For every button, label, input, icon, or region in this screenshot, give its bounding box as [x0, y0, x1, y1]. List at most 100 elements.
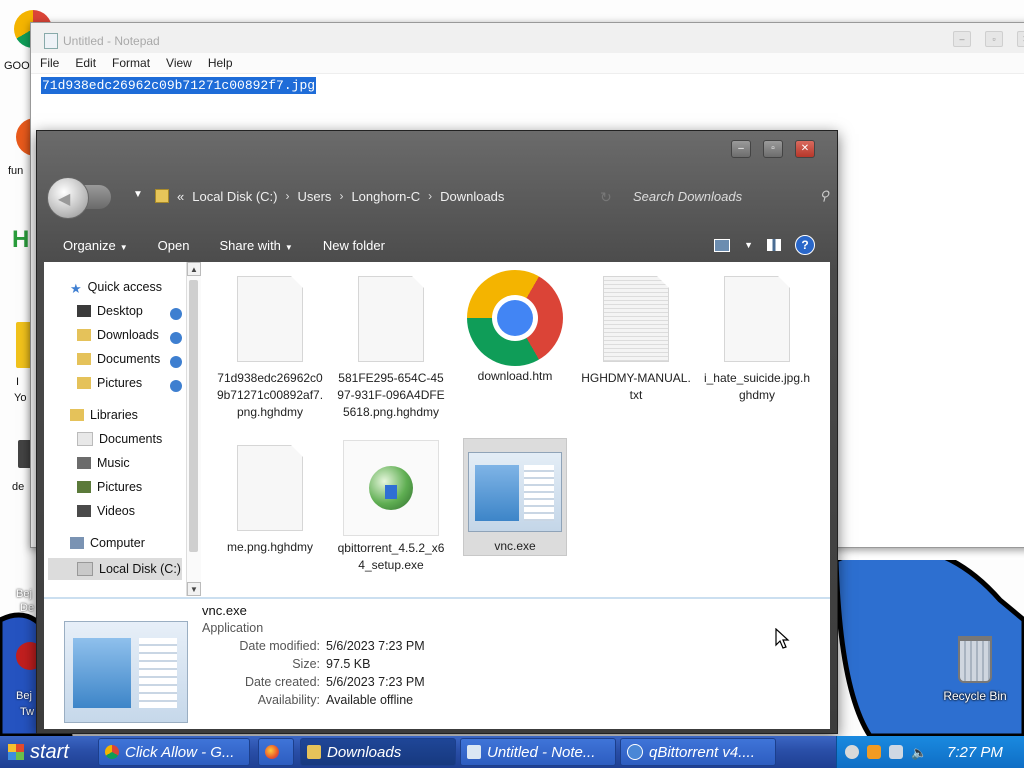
taskbar: start Click Allow - G... Downloads Untit… — [0, 736, 1024, 768]
nav-item-pictures[interactable]: Pictures — [77, 376, 142, 390]
address-bar[interactable]: « Local Disk (C:) › Users › Longhorn-C ›… — [155, 182, 605, 210]
preview-pane-icon[interactable] — [767, 239, 781, 251]
breadcrumb-separator[interactable]: › — [285, 189, 289, 203]
scroll-up-icon[interactable]: ▲ — [187, 262, 201, 276]
taskbar-item-downloads[interactable]: Downloads — [300, 738, 456, 766]
file-item[interactable]: i_hate_suicide.jpg.hghdmy — [702, 276, 812, 404]
search-placeholder: Search Downloads — [633, 188, 743, 204]
back-arrow-icon: ◀ — [58, 191, 71, 208]
address-overflow[interactable]: « — [177, 189, 184, 204]
tray-app-icon[interactable] — [867, 745, 881, 759]
file-item[interactable]: 581FE295-654C-4597-931F-096A4DFE5618.png… — [336, 276, 446, 421]
taskbar-item-firefox[interactable] — [258, 738, 294, 766]
start-button[interactable]: start — [0, 736, 98, 768]
menu-edit[interactable]: Edit — [75, 56, 96, 70]
open-button[interactable]: Open — [158, 238, 190, 253]
nav-item-label: Documents — [99, 432, 163, 446]
file-item-selected[interactable]: vnc.exe — [460, 452, 570, 555]
nav-item-quick-access[interactable]: ★ Quick access — [70, 280, 162, 296]
pictures-icon — [77, 481, 91, 493]
nav-item-libraries[interactable]: Libraries — [70, 408, 138, 422]
chevron-down-icon[interactable]: ▼ — [744, 240, 753, 250]
installer-icon — [343, 440, 439, 536]
pin-icon[interactable] — [170, 332, 182, 344]
nav-item-lib-documents[interactable]: Documents — [77, 432, 162, 446]
drive-icon — [77, 562, 93, 576]
pin-icon[interactable] — [170, 380, 182, 392]
desktop-label: De — [20, 602, 35, 614]
nav-item-videos[interactable]: Videos — [77, 504, 135, 518]
desktop-label: H — [12, 226, 30, 253]
back-button[interactable]: ◀ — [47, 177, 89, 219]
nav-item-label: Downloads — [97, 328, 159, 342]
windows-logo-icon — [8, 744, 24, 760]
desktop-label: Yo — [14, 392, 27, 404]
maximize-button[interactable]: ▫ — [985, 31, 1003, 47]
breadcrumb-longhorn[interactable]: Longhorn-C — [351, 189, 420, 204]
taskbar-item-label: qBittorrent v4.... — [649, 743, 755, 761]
menu-help[interactable]: Help — [208, 56, 233, 70]
clock[interactable]: 7:27 PM — [947, 744, 1003, 761]
taskbar-item-chrome[interactable]: Click Allow - G... — [98, 738, 250, 766]
nav-item-local-disk[interactable]: Local Disk (C:) — [48, 558, 182, 580]
share-with-button[interactable]: Share with ▼ — [219, 238, 292, 253]
nav-item-documents[interactable]: Documents — [77, 352, 160, 366]
maximize-button[interactable]: ▫ — [763, 140, 783, 158]
nav-item-downloads[interactable]: Downloads — [77, 328, 159, 342]
network-icon[interactable] — [889, 745, 903, 759]
system-tray: 🔈 7:27 PM — [836, 736, 1024, 768]
minimize-button[interactable]: – — [953, 31, 971, 47]
help-icon[interactable]: ? — [795, 235, 815, 255]
file-item[interactable]: me.png.hghdmy — [215, 445, 325, 556]
desktop-label: I — [16, 376, 20, 388]
new-folder-button[interactable]: New folder — [323, 238, 385, 253]
notepad-icon — [467, 745, 481, 759]
nav-item-desktop[interactable]: Desktop — [77, 304, 143, 318]
breadcrumb-users[interactable]: Users — [297, 189, 331, 204]
taskbar-item-qbittorrent[interactable]: qBittorrent v4.... — [620, 738, 776, 766]
breadcrumb-separator[interactable]: › — [339, 189, 343, 203]
search-input[interactable]: Search Downloads ⚲ — [623, 182, 837, 210]
show-hidden-icons-icon[interactable] — [845, 745, 859, 759]
organize-label: Organize — [63, 237, 116, 253]
nav-item-lib-pictures[interactable]: Pictures — [77, 480, 142, 494]
nav-item-computer[interactable]: Computer — [70, 536, 145, 550]
file-item[interactable]: 71d938edc26962c09b71271c00892af7.png.hgh… — [215, 276, 325, 421]
close-button[interactable]: ✕ — [1017, 31, 1024, 47]
minimize-button[interactable]: – — [731, 140, 751, 158]
explorer-window[interactable]: – ▫ ✕ ◀ ▼ « Local Disk (C:) › Users › Lo… — [36, 130, 838, 734]
pin-icon[interactable] — [170, 356, 182, 368]
file-item[interactable]: qbittorrent_4.5.2_x64_setup.exe — [336, 440, 446, 574]
file-item[interactable]: HGHDMY-MANUAL.txt — [581, 276, 691, 404]
folder-icon — [155, 189, 169, 203]
scroll-thumb[interactable] — [189, 280, 198, 552]
file-item[interactable]: download.htm — [460, 270, 570, 385]
breadcrumb-local-disk[interactable]: Local Disk (C:) — [192, 189, 277, 204]
nav-item-label: Local Disk (C:) — [99, 562, 181, 576]
refresh-icon[interactable]: ↻ — [600, 189, 612, 206]
scroll-down-icon[interactable]: ▼ — [187, 582, 201, 596]
breadcrumb-separator[interactable]: › — [428, 189, 432, 203]
breadcrumb-downloads[interactable]: Downloads — [440, 189, 504, 204]
recent-pages-dropdown[interactable]: ▼ — [133, 189, 143, 200]
nav-scrollbar[interactable]: ▲ ▼ — [186, 262, 201, 596]
qbittorrent-icon — [627, 744, 643, 760]
change-view-icon[interactable] — [714, 238, 731, 252]
nav-item-music[interactable]: Music — [77, 456, 130, 470]
close-button[interactable]: ✕ — [795, 140, 815, 158]
notepad-titlebar[interactable]: Untitled - Notepad – ▫ ✕ — [31, 23, 1024, 53]
menu-format[interactable]: Format — [112, 56, 150, 70]
selected-text[interactable]: 71d938edc26962c09b71271c00892f7.jpg — [41, 77, 317, 94]
taskbar-item-notepad[interactable]: Untitled - Note... — [460, 738, 616, 766]
desktop-icon — [77, 305, 91, 317]
recycle-bin[interactable]: Recycle Bin — [940, 636, 1010, 703]
organize-button[interactable]: Organize ▼ — [63, 238, 128, 253]
menu-view[interactable]: View — [166, 56, 192, 70]
nav-item-label: Libraries — [90, 408, 138, 422]
recycle-bin-label: Recycle Bin — [943, 689, 1007, 703]
pin-icon[interactable] — [170, 308, 182, 320]
desktop-label: Tw — [20, 706, 35, 718]
volume-icon[interactable]: 🔈 — [911, 745, 927, 760]
search-icon[interactable]: ⚲ — [819, 188, 829, 204]
menu-file[interactable]: File — [40, 56, 59, 70]
